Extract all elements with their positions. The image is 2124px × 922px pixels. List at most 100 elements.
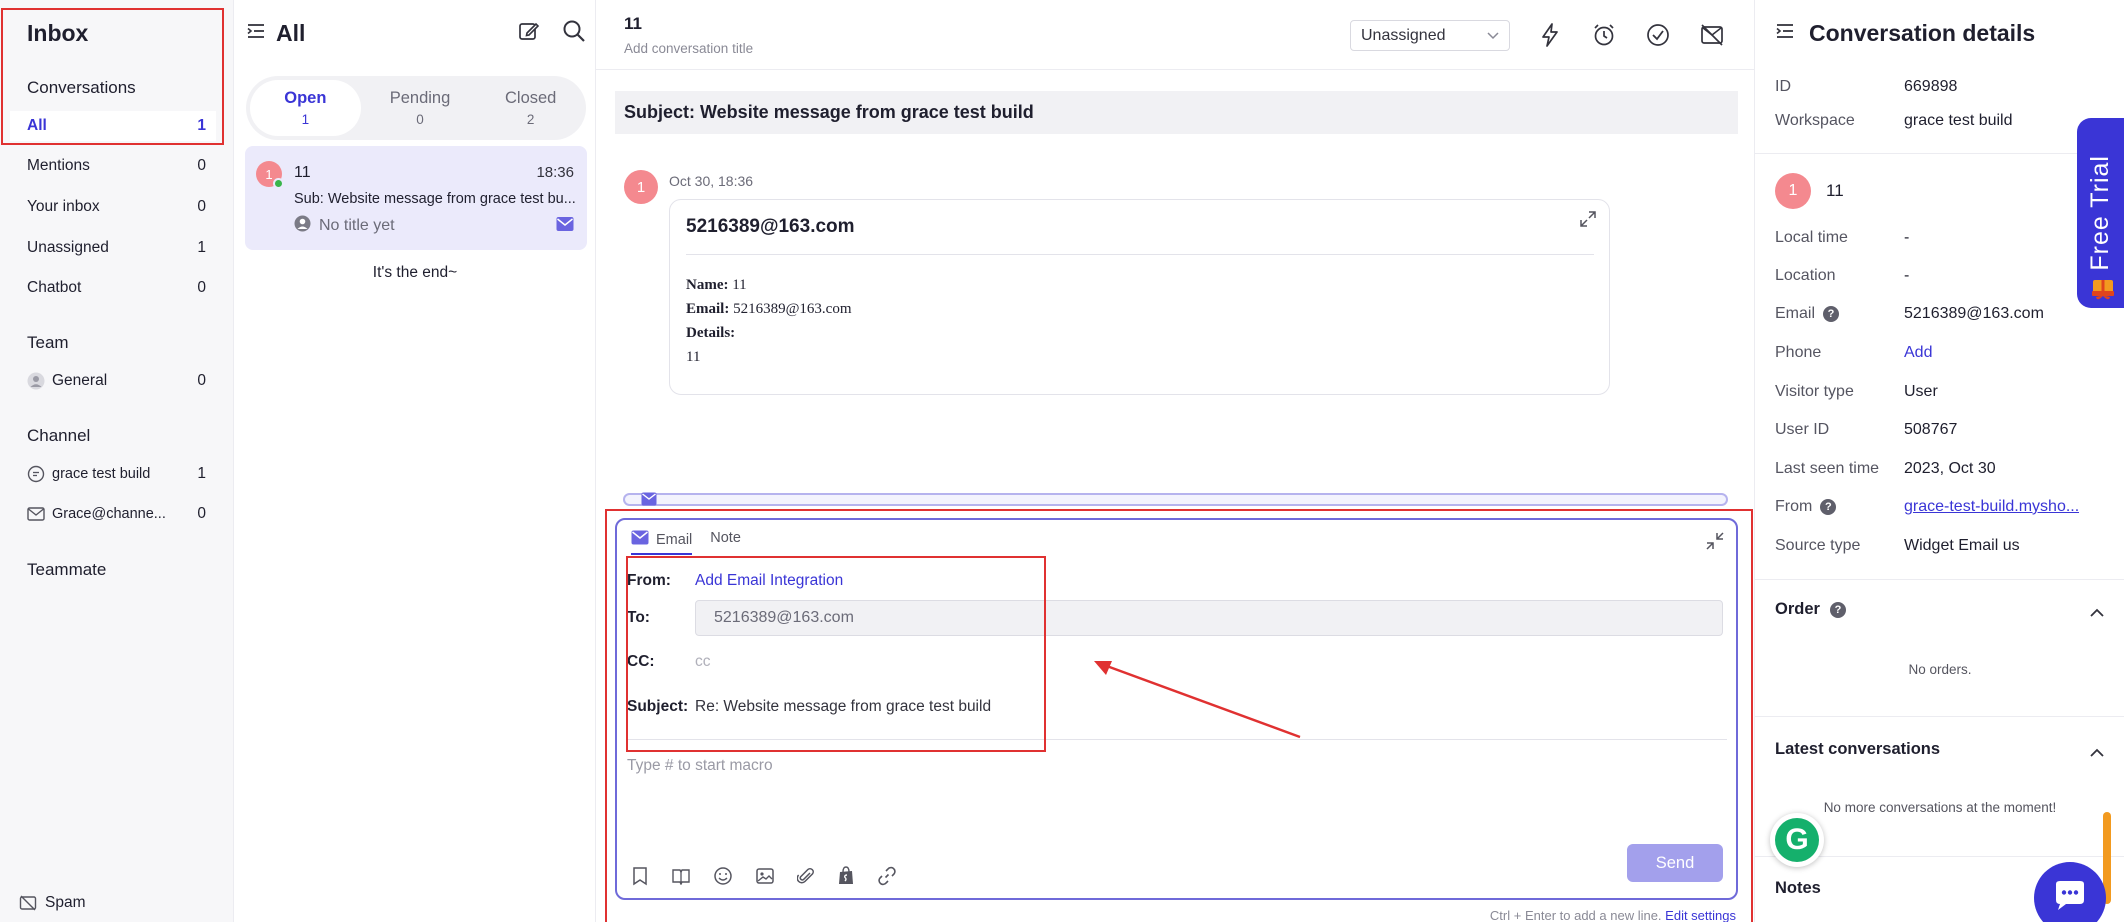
teammate-heading[interactable]: Teammate	[27, 560, 106, 580]
sidebar: Inbox Conversations All 1 Mentions 0 You…	[0, 0, 234, 922]
detail-value: 2023, Oct 30	[1904, 460, 1996, 477]
avatar: 1	[256, 161, 284, 189]
sidebar-item-count: 0	[197, 279, 206, 296]
help-icon[interactable]: ?	[1823, 306, 1840, 322]
expand-icon[interactable]	[1579, 210, 1597, 233]
sidebar-item-mentions[interactable]: Mentions 0	[10, 151, 216, 181]
help-icon[interactable]: ?	[1829, 601, 1846, 618]
sidebar-item-all[interactable]: All 1	[10, 111, 216, 141]
tab-open[interactable]: Open 1	[250, 80, 361, 136]
bookmark-icon[interactable]	[631, 866, 649, 891]
to-row: To: 5216389@163.com	[627, 600, 1723, 636]
spam-link[interactable]: Spam	[19, 894, 86, 912]
collapse-menu-icon[interactable]	[246, 22, 266, 45]
composer-resize-bar[interactable]	[623, 492, 1728, 506]
resolve-check-icon[interactable]	[1646, 23, 1670, 52]
detail-label: Email	[1775, 305, 1816, 322]
link-icon[interactable]	[877, 866, 897, 891]
free-trial-tab[interactable]: Free Trial	[2077, 118, 2124, 308]
assignee-select[interactable]: Unassigned	[1350, 20, 1510, 51]
conversation-list-panel: All Open 1 Pending 0 Closed 2 1 11 18:36…	[234, 0, 596, 922]
list-title: All	[276, 19, 306, 46]
add-email-integration-link[interactable]: Add Email Integration	[695, 572, 843, 590]
sidebar-item-grace-test-build[interactable]: grace test build 1	[10, 459, 216, 489]
attachment-icon[interactable]	[796, 866, 815, 891]
notes-header[interactable]: Notes	[1775, 879, 1821, 898]
detail-row-source-type: Source type Widget Email us	[1775, 537, 2095, 555]
tab-count: 1	[301, 112, 310, 127]
composer-hint: Ctrl + Enter to add a new line. Edit set…	[1490, 908, 1736, 922]
message-card: 5216389@163.com Name: 11 Email: 5216389@…	[669, 199, 1610, 395]
message-body-input[interactable]: Type # to start macro	[627, 757, 773, 775]
grammarly-button[interactable]: G	[1770, 813, 1824, 867]
tab-email[interactable]: Email	[631, 530, 693, 555]
book-icon[interactable]	[671, 867, 691, 890]
help-icon[interactable]: ?	[1820, 499, 1837, 515]
avatar-initial: 1	[1788, 182, 1798, 199]
email-channel-icon	[556, 216, 574, 237]
chevron-up-icon[interactable]	[2090, 744, 2104, 762]
assignee-value: Unassigned	[1361, 26, 1446, 44]
send-button[interactable]: Send	[1627, 844, 1723, 882]
divider	[1755, 153, 2124, 154]
name-label: Name:	[686, 277, 729, 293]
add-title-link[interactable]: Add conversation title	[624, 41, 753, 56]
snooze-alarm-icon[interactable]	[1592, 23, 1616, 52]
conversation-card[interactable]: 1 11 18:36 Sub: Website message from gra…	[245, 146, 587, 250]
sidebar-item-general[interactable]: General 0	[10, 366, 216, 396]
sidebar-item-your-inbox[interactable]: Your inbox 0	[10, 192, 216, 222]
detail-label: Source type	[1775, 537, 1861, 554]
contact-name: 11	[1826, 181, 1844, 200]
tab-pending[interactable]: Pending 0	[365, 76, 476, 140]
from-url-link[interactable]: grace-test-build.mysho...	[1904, 498, 2079, 516]
detail-row-email: Email? 5216389@163.com	[1775, 305, 2095, 323]
online-status-dot	[273, 178, 284, 189]
compose-icon[interactable]	[518, 20, 540, 47]
avatar-initial: 1	[636, 178, 646, 196]
mark-spam-icon[interactable]	[1700, 23, 1724, 52]
message-avatar: 1	[624, 170, 658, 204]
detail-label: Phone	[1775, 344, 1822, 361]
email-label: Email:	[686, 301, 730, 317]
shopify-icon[interactable]	[837, 866, 855, 891]
sidebar-item-unassigned[interactable]: Unassigned 1	[10, 233, 216, 263]
from-row: From: Add Email Integration	[627, 572, 843, 590]
image-icon[interactable]	[755, 867, 775, 890]
detail-row-id: ID 669898	[1775, 78, 2095, 96]
avatar-icon	[27, 372, 45, 390]
sidebar-item-chatbot[interactable]: Chatbot 0	[10, 273, 216, 303]
tab-note[interactable]: Note	[710, 530, 741, 555]
detail-value: -	[1904, 229, 1910, 246]
chat-bubble-icon	[27, 465, 45, 483]
detail-value: grace test build	[1904, 112, 2013, 129]
sidebar-item-grace-email[interactable]: Grace@channe... 0	[10, 499, 216, 529]
collapse-details-icon[interactable]	[1775, 22, 1795, 45]
add-phone-link[interactable]: Add	[1904, 344, 1932, 362]
chevron-up-icon[interactable]	[2090, 604, 2104, 622]
contact-header: 1 11	[1775, 173, 1844, 209]
free-trial-label: Free Trial	[2086, 155, 2114, 271]
latest-conversations-header[interactable]: Latest conversations	[1775, 740, 1940, 759]
to-field[interactable]: 5216389@163.com	[695, 600, 1723, 636]
detail-value: User	[1904, 383, 1938, 400]
search-icon[interactable]	[562, 19, 586, 48]
name-value: 11	[728, 277, 747, 293]
subject-input[interactable]: Re: Website message from grace test buil…	[695, 698, 991, 716]
tab-closed[interactable]: Closed 2	[475, 76, 586, 140]
annotation-arrow	[1094, 661, 1301, 739]
message-timestamp: Oct 30, 18:36	[669, 173, 754, 189]
composer-toolbar	[631, 866, 897, 891]
detail-row-local-time: Local time -	[1775, 229, 2095, 247]
detail-value: Widget Email us	[1904, 537, 2020, 554]
edit-settings-link[interactable]: Edit settings	[1665, 908, 1736, 922]
cc-input[interactable]: cc	[695, 653, 711, 671]
lightning-icon[interactable]	[1539, 23, 1561, 52]
gift-icon	[2089, 278, 2118, 302]
chevron-down-icon	[1487, 27, 1499, 45]
sidebar-item-label: General	[52, 372, 108, 389]
subject-bar: Subject: Website message from grace test…	[615, 91, 1738, 134]
tab-email-label: Email	[656, 531, 693, 548]
order-section-header[interactable]: Order ?	[1775, 600, 1846, 619]
emoji-icon[interactable]	[713, 866, 733, 891]
collapse-icon[interactable]	[1706, 532, 1724, 555]
